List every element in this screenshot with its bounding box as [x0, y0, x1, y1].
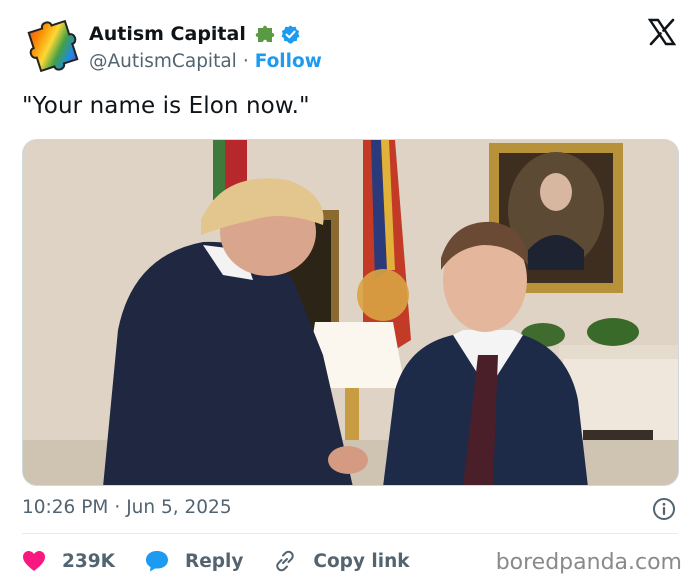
green-puzzle-piece-icon [255, 25, 275, 42]
heart-icon [23, 551, 45, 571]
tweet-timestamp[interactable]: 10:26 PM · Jun 5, 2025 [22, 497, 232, 518]
display-name[interactable]: Autism Capital [89, 23, 246, 45]
tweet-photo[interactable] [22, 139, 679, 486]
x-logo-icon[interactable] [648, 18, 676, 46]
reply-bubble-icon [145, 551, 168, 572]
verified-badge-icon [281, 24, 300, 44]
reply-label: Reply [184, 550, 244, 572]
handle-separator: · [242, 51, 249, 72]
copy-link-button[interactable]: Copy link [273, 549, 410, 573]
action-bar: 239K Reply Copy link [22, 546, 440, 576]
handle[interactable]: @AutismCapital [89, 51, 237, 72]
timestamp-separator: · [114, 497, 121, 518]
tweet-date: Jun 5, 2025 [126, 497, 232, 518]
link-icon [276, 550, 295, 572]
watermark: boredpanda.com [495, 550, 682, 575]
tweet-time: 10:26 PM [22, 497, 109, 518]
info-icon[interactable] [652, 497, 676, 521]
rainbow-puzzle-piece-icon[interactable] [22, 18, 82, 76]
tweet-header: Autism Capital @AutismCapital · Follow [22, 18, 682, 78]
copy-link-label: Copy link [313, 550, 410, 572]
follow-button[interactable]: Follow [255, 51, 322, 72]
like-count: 239K [62, 550, 115, 572]
tweet-text: "Your name is Elon now." [22, 93, 310, 119]
photo-icon [23, 140, 678, 485]
like-button[interactable]: 239K [22, 550, 115, 572]
reply-button[interactable]: Reply [145, 550, 243, 572]
divider [22, 533, 678, 534]
